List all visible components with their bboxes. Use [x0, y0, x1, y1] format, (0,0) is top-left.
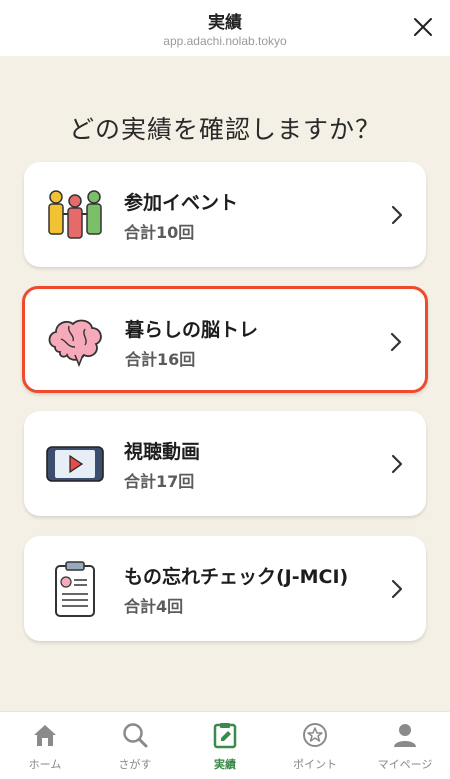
page-url: app.adachi.nolab.tokyo: [163, 34, 287, 48]
chevron-right-icon: [391, 454, 403, 474]
achievement-icon: [213, 723, 237, 749]
tab-achievements[interactable]: 実績: [180, 712, 270, 779]
card-count: 合計16回: [125, 350, 196, 369]
search-icon: [123, 723, 148, 748]
card-name: 暮らしの脳トレ: [125, 319, 259, 341]
card-memory-check[interactable]: もの忘れチェック(J-MCI) 合計4回: [24, 536, 426, 641]
brain-icon: [48, 319, 102, 368]
card-name: 視聴動画: [124, 441, 201, 463]
card-count: 合計10回: [124, 223, 195, 242]
tab-label: さがす: [118, 758, 152, 771]
clipboard-icon: [55, 561, 95, 617]
tab-label: マイページ: [377, 758, 433, 771]
tab-home[interactable]: ホーム: [0, 712, 90, 779]
tab-points[interactable]: ポイント: [270, 712, 360, 779]
card-brain-training[interactable]: 暮らしの脳トレ 合計16回: [22, 286, 428, 393]
tab-mypage[interactable]: マイページ: [360, 712, 450, 779]
card-name: 参加イベント: [124, 192, 239, 214]
question-heading: どの実績を確認しますか？: [68, 115, 381, 144]
bottom-tab-bar: ホーム さがす 実績 ポイント マイページ: [0, 711, 450, 779]
card-name: もの忘れチェック(J-MCI): [124, 566, 349, 588]
tab-label: 実績: [214, 758, 236, 771]
point-icon: [303, 723, 327, 747]
video-icon: [46, 446, 104, 482]
close-icon[interactable]: [410, 14, 436, 40]
card-videos[interactable]: 視聴動画 合計17回: [24, 411, 426, 516]
tab-search[interactable]: さがす: [90, 712, 180, 779]
tab-label: ポイント: [293, 758, 337, 771]
people-icon: [48, 190, 102, 239]
tab-label: ホーム: [28, 758, 62, 771]
chevron-right-icon: [390, 332, 402, 352]
header-bar: 実績 app.adachi.nolab.tokyo: [0, 0, 450, 56]
card-count: 合計17回: [124, 472, 195, 491]
home-icon: [34, 725, 56, 746]
chevron-right-icon: [391, 579, 403, 599]
card-count: 合計4回: [124, 597, 184, 616]
user-icon: [394, 724, 416, 747]
page-title: 実績: [208, 13, 242, 33]
card-events[interactable]: 参加イベント 合計10回: [24, 162, 426, 267]
chevron-right-icon: [391, 205, 403, 225]
